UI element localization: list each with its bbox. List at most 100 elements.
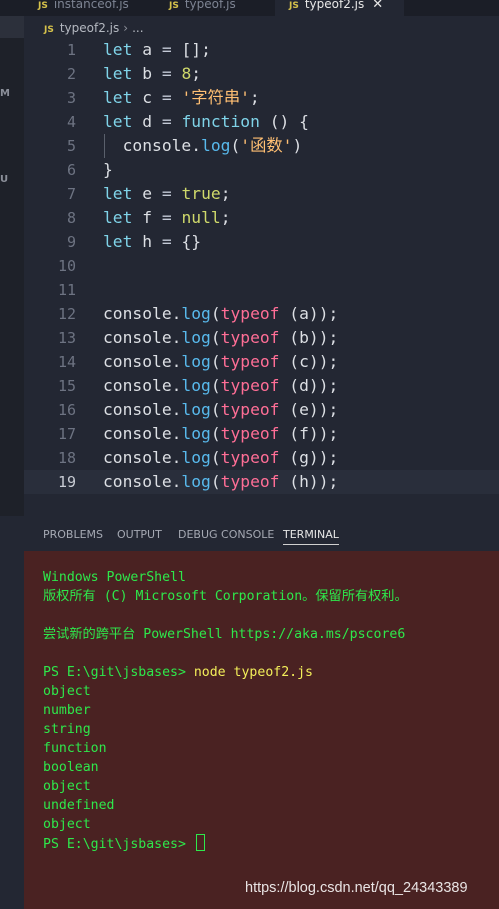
line-number: 6: [66, 161, 76, 179]
code-line[interactable]: 15 console.log(typeof (d));: [24, 374, 499, 398]
tab-problems[interactable]: PROBLEMS: [43, 518, 103, 551]
code-text: console.log(typeof (b));: [103, 328, 339, 347]
code-line[interactable]: 12 console.log(typeof (a));: [24, 302, 499, 326]
breadcrumb-rest[interactable]: ...: [132, 21, 143, 35]
terminal-text: object: [43, 684, 91, 699]
code-line[interactable]: 19 console.log(typeof (h));: [24, 470, 499, 494]
code-text: console.log(typeof (d));: [103, 376, 339, 395]
terminal-text: PS E:\git\jsbases>: [43, 837, 194, 852]
code-text: let b = 8;: [103, 64, 202, 83]
code-text: let d = function () {: [103, 112, 309, 131]
code-line[interactable]: 4 let d = function () {: [24, 110, 499, 134]
line-number: 8: [66, 209, 76, 227]
terminal-line: function: [43, 739, 107, 758]
terminal-line: number: [43, 701, 91, 720]
code-line[interactable]: 18 console.log(typeof (g));: [24, 446, 499, 470]
js-file-icon: JS: [289, 1, 299, 11]
line-number: 12: [57, 305, 76, 323]
js-file-icon: JS: [38, 1, 48, 11]
watermark: https://blog.csdn.net/qq_24343389: [245, 880, 468, 896]
activity-bar: M U: [0, 16, 24, 516]
code-line[interactable]: 14 console.log(typeof (c));: [24, 350, 499, 374]
terminal-text: object: [43, 817, 91, 832]
tab-typeof2[interactable]: JS typeof2.js ✕: [275, 0, 404, 16]
terminal-line: undefined: [43, 796, 114, 815]
code-text: console.log(typeof (h));: [103, 472, 339, 491]
code-line[interactable]: 11: [24, 278, 499, 302]
terminal-output[interactable]: Windows PowerShell 版权所有 (C) Microsoft Cor…: [24, 551, 499, 909]
code-text: console.log('函数'): [103, 136, 303, 155]
line-number: 3: [66, 89, 76, 107]
js-file-icon: JS: [169, 1, 179, 11]
line-number: 17: [57, 425, 76, 443]
terminal-text: function: [43, 741, 107, 756]
terminal-prompt: PS E:\git\jsbases>: [43, 665, 194, 680]
code-line[interactable]: 3 let c = '字符串';: [24, 86, 499, 110]
code-line[interactable]: 7 let e = true;: [24, 182, 499, 206]
modified-badge: M: [0, 88, 10, 99]
terminal-text: string: [43, 722, 91, 737]
tab-label: typeof2.js: [304, 0, 365, 11]
terminal-text: undefined: [43, 798, 115, 813]
code-text: console.log(typeof (a));: [103, 304, 339, 323]
code-text: let a = [];: [103, 40, 211, 59]
tab-label: typeof.js: [184, 0, 236, 11]
terminal-text: 尝试新的跨平台 PowerShell https://aka.ms/pscore…: [43, 627, 406, 642]
line-number: 5: [66, 137, 76, 155]
terminal-line: object: [43, 777, 91, 796]
tab-instanceof[interactable]: JS instanceof.js: [34, 0, 156, 16]
code-line[interactable]: 13 console.log(typeof (b));: [24, 326, 499, 350]
breadcrumb: JS typeof2.js ›...: [44, 18, 144, 38]
terminal-line: object: [43, 682, 91, 701]
code-editor[interactable]: 1 let a = []; 2 let b = 8; 3 let c = '字符串'; 4 l…: [24, 38, 499, 518]
untracked-badge: U: [0, 174, 9, 185]
line-number: 1: [66, 41, 76, 59]
code-line[interactable]: 1 let a = [];: [24, 38, 499, 62]
line-number: 16: [57, 401, 76, 419]
tab-debug-console[interactable]: DEBUG CONSOLE: [178, 518, 274, 551]
code-line[interactable]: 16 console.log(typeof (e));: [24, 398, 499, 422]
code-text: console.log(typeof (f));: [103, 424, 339, 443]
code-line[interactable]: 6}: [24, 158, 499, 182]
code-line[interactable]: 8 let f = null;: [24, 206, 499, 230]
code-text: console.log(typeof (g));: [103, 448, 339, 467]
terminal-text: 版权所有 (C) Microsoft Corporation。保留所有权利。: [43, 589, 408, 604]
editor-tab-strip: JS instanceof.js JS typeof.js JS typeof2.js…: [0, 0, 499, 16]
line-number: 18: [57, 449, 76, 467]
line-number: 19: [57, 473, 76, 491]
terminal-command: node typeof2.js: [193, 665, 313, 680]
code-line[interactable]: 5 console.log('函数'): [24, 134, 499, 158]
close-icon[interactable]: ✕: [372, 0, 383, 12]
code-text: }: [103, 160, 113, 179]
terminal-line: boolean: [43, 758, 99, 777]
code-line[interactable]: 17 console.log(typeof (f));: [24, 422, 499, 446]
terminal-cursor: [195, 834, 205, 851]
code-text: console.log(typeof (e));: [103, 400, 339, 419]
terminal-line: Windows PowerShell: [43, 568, 186, 587]
line-number: 4: [66, 113, 76, 131]
code-text: let e = true;: [103, 184, 231, 203]
code-text: let h = {}: [103, 232, 202, 251]
line-number: 9: [66, 233, 76, 251]
activity-bar-selected-item[interactable]: [0, 16, 24, 38]
code-text: console.log(typeof (c));: [103, 352, 339, 371]
code-line[interactable]: 2 let b = 8;: [24, 62, 499, 86]
code-text: let c = '字符串';: [103, 88, 260, 107]
tab-output[interactable]: OUTPUT: [117, 518, 162, 551]
line-number: 13: [57, 329, 76, 347]
panel-tab-bar: PROBLEMS OUTPUT DEBUG CONSOLE TERMINAL: [24, 518, 499, 551]
terminal-line: string: [43, 720, 91, 739]
code-line[interactable]: 9 let h = {}: [24, 230, 499, 254]
js-file-icon: JS: [44, 25, 54, 35]
code-text: let f = null;: [103, 208, 231, 227]
terminal-line: PS E:\git\jsbases> node typeof2.js: [43, 663, 313, 682]
tab-typeof[interactable]: JS typeof.js: [155, 0, 283, 16]
tab-terminal[interactable]: TERMINAL: [283, 518, 339, 551]
line-number: 7: [66, 185, 76, 203]
terminal-text: Windows PowerShell: [43, 570, 186, 585]
code-line[interactable]: 10: [24, 254, 499, 278]
breadcrumb-file[interactable]: typeof2.js: [60, 21, 119, 35]
terminal-line: 版权所有 (C) Microsoft Corporation。保留所有权利。: [43, 587, 408, 606]
breadcrumb-separator: ›: [123, 21, 129, 35]
terminal-line: 尝试新的跨平台 PowerShell https://aka.ms/pscore…: [43, 625, 405, 644]
